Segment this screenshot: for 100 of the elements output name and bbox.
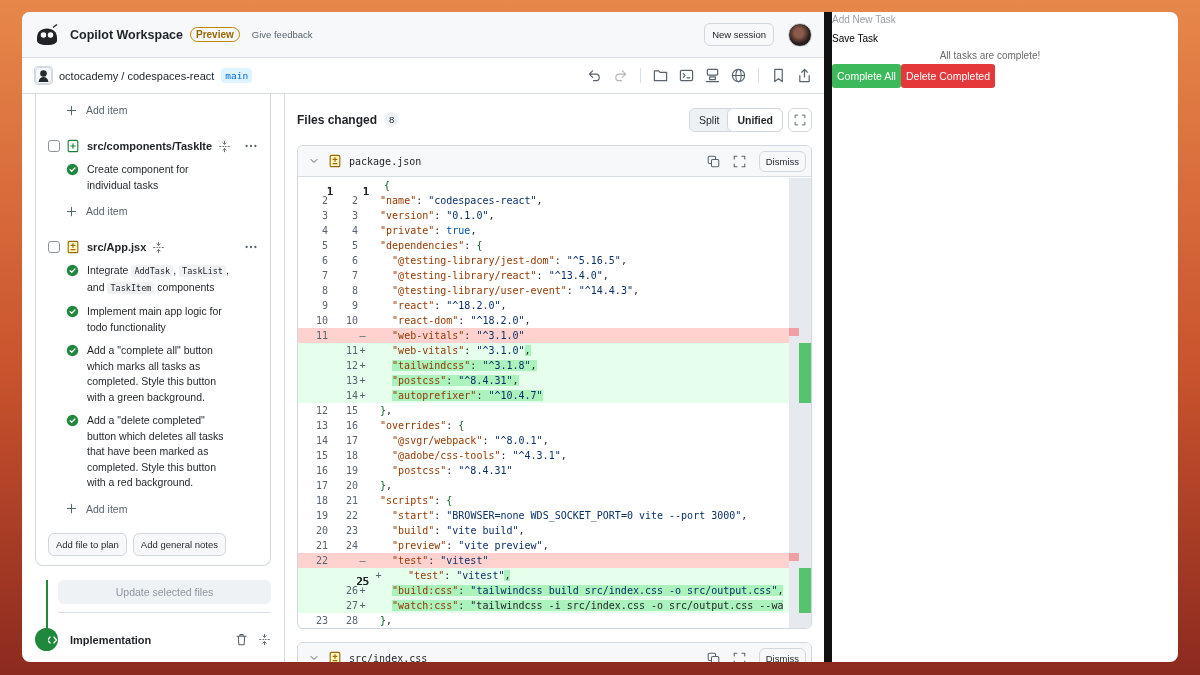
add-item-link[interactable]: Add item	[86, 104, 128, 116]
trash-icon[interactable]	[235, 633, 248, 646]
new-session-button[interactable]: New session	[704, 23, 774, 46]
line-number: 8	[320, 284, 329, 298]
logo-icon[interactable]	[34, 22, 60, 47]
line-number: 10	[344, 314, 358, 328]
file-modified-icon	[66, 240, 80, 254]
diff-sign: –	[358, 554, 367, 568]
line-number: 19	[344, 464, 358, 478]
undo-icon[interactable]	[587, 68, 602, 83]
count-badge: 8	[384, 112, 400, 127]
line-number: 17	[314, 479, 329, 493]
diff-sign: –	[358, 329, 367, 343]
line-number: 10	[314, 314, 329, 328]
file-checkbox[interactable]	[48, 140, 60, 152]
code-line: "start": "BROWSER=none WDS_SOCKET_PORT=0 vite --port 3000",	[391, 509, 748, 523]
line-number: 14	[344, 389, 358, 403]
code-line: "@svgr/webpack": "^8.0.1",	[391, 434, 549, 448]
drag-handle-icon[interactable]	[152, 240, 166, 254]
collapse-icon[interactable]	[258, 633, 271, 646]
plus-icon[interactable]	[66, 104, 77, 116]
code-line: "@testing-library/user-event": "^14.4.3",	[391, 284, 639, 298]
line-number: 6	[350, 254, 358, 268]
diff-sign: +	[359, 585, 366, 598]
line-number: 28	[344, 614, 358, 628]
branch-label[interactable]: main	[221, 68, 253, 83]
code-line: "test": "vitest",	[407, 569, 511, 583]
save-task-button[interactable]: Save Task	[832, 33, 878, 44]
line-number: 13	[344, 374, 358, 388]
code-line: "version": "0.1.0",	[379, 209, 495, 223]
share-icon[interactable]	[797, 68, 812, 83]
line-number: 3	[320, 209, 329, 223]
dismiss-button[interactable]: Dismiss	[758, 647, 806, 662]
plus-icon[interactable]	[66, 503, 77, 514]
file-added-icon	[66, 139, 80, 153]
line-number: 17	[344, 434, 358, 448]
code-line: "@testing-library/jest-dom": "^5.16.5",	[391, 254, 627, 268]
line-number: 22	[314, 554, 329, 568]
copy-icon[interactable]	[706, 154, 720, 168]
globe-icon[interactable]	[731, 68, 746, 83]
fullscreen-button[interactable]	[788, 107, 812, 132]
drag-handle-icon[interactable]	[218, 139, 232, 153]
view-tab[interactable]: Split	[688, 107, 730, 132]
line-number: 5	[350, 239, 358, 253]
line-number: 14	[314, 434, 329, 448]
code-line: "@testing-library/react": "^13.4.0",	[391, 269, 609, 283]
line-number: 7	[320, 269, 329, 283]
line-number: 15	[314, 449, 329, 463]
line-number: 9	[350, 299, 358, 313]
plan-button[interactable]: Add file to plan	[48, 532, 127, 556]
file-checkbox[interactable]	[48, 241, 60, 253]
add-item-link[interactable]: Add item	[86, 502, 128, 515]
diff-sign: +	[358, 344, 367, 358]
code-line: {	[383, 179, 391, 193]
line-number: 26	[344, 585, 358, 598]
line-number: 2	[320, 195, 329, 208]
diff-sign: +	[358, 389, 367, 403]
code-line: "private": true,	[379, 224, 477, 238]
code-icon	[45, 633, 58, 646]
task-input[interactable]: Add New Task	[832, 12, 992, 25]
line-number: 21	[344, 494, 358, 508]
dismiss-button[interactable]: Dismiss	[758, 150, 806, 172]
line-number: 23	[344, 524, 358, 538]
line-number: 6	[320, 254, 329, 268]
line-number: 11	[344, 344, 358, 358]
copy-icon[interactable]	[706, 651, 720, 662]
file-path[interactable]: src/App.jsx	[87, 241, 147, 253]
file-path[interactable]: src/components/TaskIte	[87, 140, 213, 152]
line-number: 7	[350, 269, 358, 283]
diff-sign: +	[358, 374, 367, 388]
repo-name[interactable]: octocademy / codespaces-react	[59, 69, 215, 82]
terminal-icon[interactable]	[679, 68, 694, 83]
add-item-link[interactable]: Add item	[86, 205, 128, 217]
owner-avatar	[34, 66, 53, 85]
line-number: 1	[361, 184, 370, 193]
server-icon[interactable]	[705, 68, 720, 83]
user-avatar[interactable]	[788, 22, 812, 47]
delete-completed-button[interactable]: Delete Completed	[900, 64, 995, 88]
code-line: "react": "^18.2.0",	[391, 299, 507, 313]
line-number: 20	[344, 479, 358, 493]
line-number: 4	[350, 224, 358, 238]
expand-icon[interactable]	[732, 154, 746, 168]
code-line: },	[379, 614, 393, 628]
bookmark-icon[interactable]	[771, 68, 786, 83]
code-line: "react-dom": "^18.2.0",	[391, 314, 531, 328]
line-number: 1	[326, 184, 334, 193]
feedback-link[interactable]: Give feedback	[251, 29, 313, 40]
file-modified-icon	[328, 651, 342, 662]
code-line: "@adobe/css-tools": "^4.3.1",	[391, 449, 567, 463]
plus-icon[interactable]	[66, 205, 77, 217]
view-tab[interactable]: Unified	[727, 107, 783, 132]
line-number: 20	[314, 524, 329, 538]
status-message: All tasks are complete!	[938, 50, 1042, 61]
line-number: 23	[314, 614, 329, 628]
app-title: Copilot Workspace	[70, 27, 183, 42]
line-number: 24	[344, 539, 358, 553]
expand-icon[interactable]	[732, 651, 746, 662]
plan-button[interactable]: Add general notes	[132, 532, 226, 556]
folder-icon[interactable]	[653, 68, 668, 83]
line-number: 2	[350, 194, 358, 208]
